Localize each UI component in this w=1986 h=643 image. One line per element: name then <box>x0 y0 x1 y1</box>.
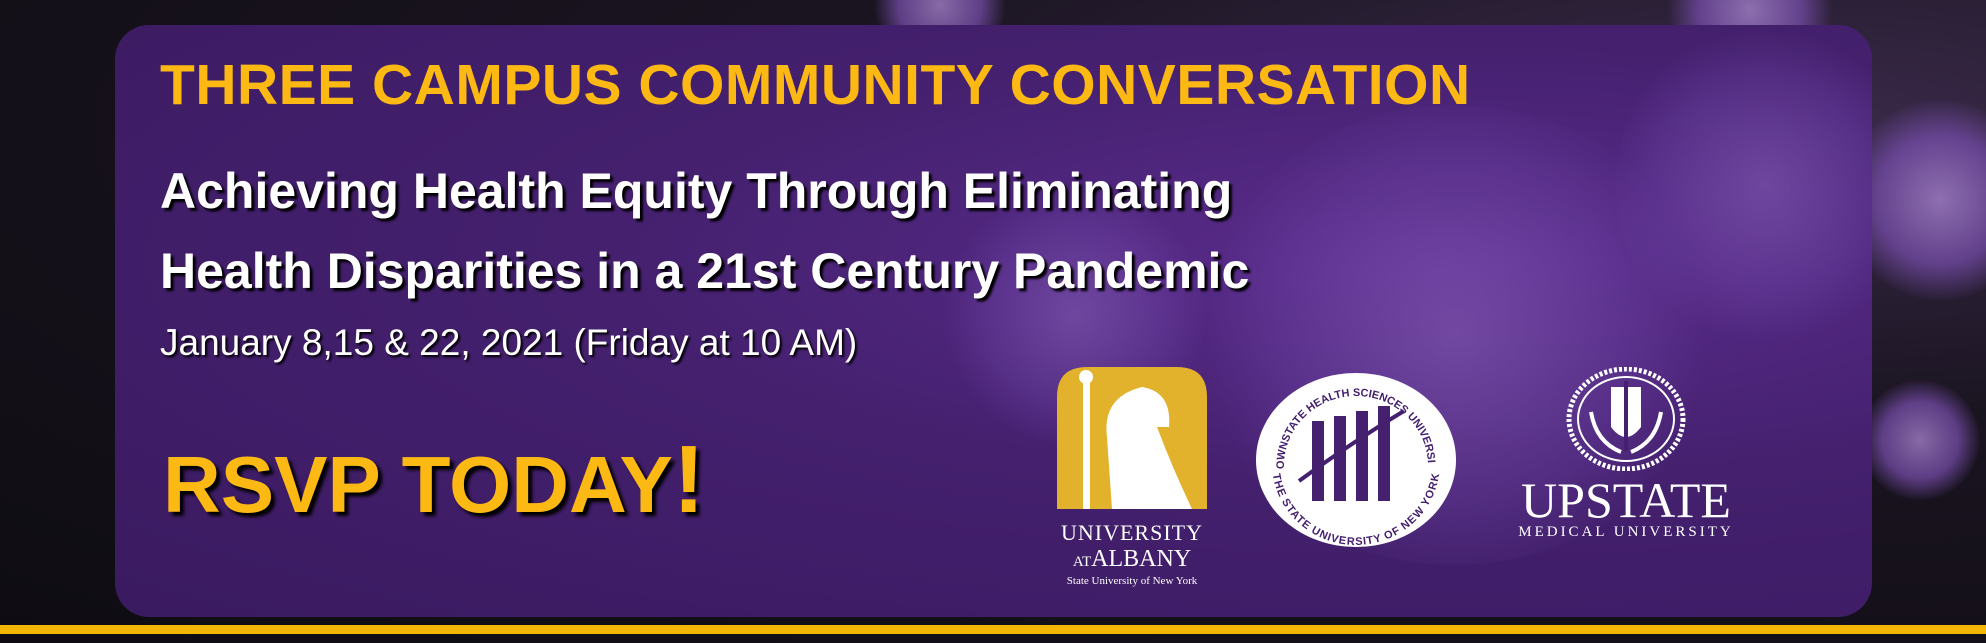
upstate-logo[interactable]: UPSTATE MEDICAL UNIVERSITY <box>1484 366 1768 541</box>
ualbany-at: AT <box>1072 554 1092 570</box>
gold-divider <box>0 625 1986 634</box>
minerva-icon <box>1057 367 1207 509</box>
downstate-seal[interactable]: DOWNSTATE HEALTH SCIENCES UNIVERSITY THE… <box>1250 362 1458 549</box>
event-series-title: THREE CAMPUS COMMUNITY CONVERSATION <box>160 53 1471 117</box>
upstate-sub: MEDICAL UNIVERSITY <box>1518 524 1734 540</box>
brooklyn-bridge-seal-icon: DOWNSTATE HEALTH SCIENCES UNIVERSITY THE… <box>1250 362 1456 548</box>
ualbany-albany: ALBANY <box>1091 546 1192 572</box>
rsvp-button[interactable]: RSVP TODAY! <box>163 425 705 535</box>
event-title-line1: Achieving Health Equity Through Eliminat… <box>160 163 1233 219</box>
caduceus-seal-icon <box>1566 366 1686 472</box>
rsvp-label: RSVP TODAY <box>163 440 673 529</box>
virus-decoration <box>1860 380 1980 500</box>
ualbany-suny: State University of New York <box>1066 575 1198 587</box>
event-title-line2: Health Disparities in a 21st Century Pan… <box>160 243 1250 299</box>
ualbany-name: UNIVERSITY <box>1061 520 1203 545</box>
ualbany-logo[interactable]: UNIVERSITY ATALBANY State University of … <box>1057 367 1207 587</box>
upstate-name: UPSTATE <box>1521 472 1731 528</box>
event-date: January 8,15 & 22, 2021 (Friday at 10 AM… <box>160 322 858 363</box>
rsvp-exclamation: ! <box>672 426 705 533</box>
